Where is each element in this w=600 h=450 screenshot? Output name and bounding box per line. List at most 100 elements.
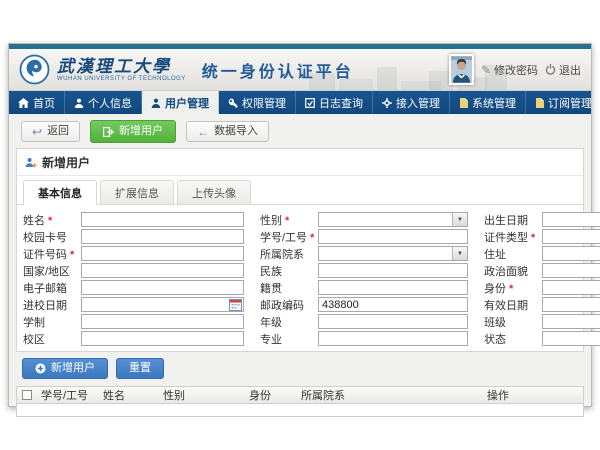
back-button[interactable]: ↩ 返回 (21, 121, 80, 142)
table-header-identity: 身份 (245, 387, 297, 403)
add-user-toolbar-button[interactable]: 新增用户 (90, 120, 176, 143)
form-field-postal-code: 邮政编码 (260, 297, 468, 312)
field-label: 所属院系 (260, 246, 318, 262)
field-label: 姓名* (23, 212, 81, 228)
identity-input[interactable] (542, 280, 600, 295)
nav-item-label: 首页 (33, 95, 55, 111)
university-name-block: 武漢理工大學 WUHAN UNIVERSITY OF TECHNOLOGY (57, 58, 186, 82)
chevron-down-icon[interactable]: ▼ (452, 213, 467, 226)
logout-link[interactable]: 退出 (545, 62, 581, 78)
tab-upload-avatar[interactable]: 上传头像 (177, 180, 251, 204)
field-label: 校园卡号 (23, 229, 81, 245)
form-field-student-staff-id: 学号/工号* (260, 229, 468, 244)
form-field-name: 姓名* (23, 212, 244, 227)
field-label: 出生日期 (484, 212, 542, 228)
nav-item-permission-management[interactable]: 权限管理 (219, 91, 296, 114)
form-actions: 新增用户 重置 (16, 352, 584, 379)
field-label: 电子邮箱 (23, 280, 81, 296)
header-user-area: ✎ 修改密码 退出 (449, 54, 581, 85)
field-label: 有效日期 (484, 297, 542, 313)
nav-item-user-management[interactable]: 用户管理 (142, 91, 219, 114)
table-header-operations: 操作 (483, 387, 583, 403)
form-field-campus: 校区 (23, 331, 244, 346)
nav-item-home[interactable]: 首页 (9, 91, 65, 114)
form-field-status: 状态 (484, 331, 600, 346)
postal-code-input[interactable] (318, 297, 468, 312)
required-asterisk: * (531, 232, 535, 244)
tab-extended-info[interactable]: 扩展信息 (100, 180, 174, 204)
change-password-link[interactable]: ✎ 修改密码 (481, 62, 538, 78)
political-status-input[interactable] (542, 263, 600, 278)
table-header-row: 学号/工号姓名性别身份所属院系操作 (17, 387, 583, 404)
calendar-icon[interactable] (229, 298, 242, 311)
id-number-input[interactable] (81, 246, 244, 261)
nav-item-log-query[interactable]: 日志查询 (296, 91, 373, 114)
tabs-bar: 基本信息扩展信息上传头像 (17, 176, 583, 205)
form-field-entry-date: 进校日期 (23, 297, 244, 312)
form-field-address: 住址 (484, 246, 600, 261)
data-import-button[interactable]: ← 数据导入 (186, 121, 269, 142)
required-asterisk: * (48, 215, 52, 227)
university-logo-icon (19, 54, 50, 85)
status-input[interactable] (542, 331, 600, 346)
reset-button[interactable]: 重置 (116, 358, 164, 379)
valid-date-input[interactable] (542, 297, 600, 312)
form-field-gender: 性别*▼ (260, 212, 468, 227)
page: 武漢理工大學 WUHAN UNIVERSITY OF TECHNOLOGY 统一… (0, 0, 600, 450)
major-input[interactable] (318, 331, 468, 346)
select-all-checkbox[interactable] (22, 390, 32, 400)
schooling-length-input[interactable] (81, 314, 244, 329)
field-label: 证件类型* (484, 229, 542, 245)
student-staff-id-input[interactable] (318, 229, 468, 244)
department-select[interactable]: ▼ (318, 246, 468, 261)
table-header-checkbox-cell (17, 390, 37, 400)
form-field-native-place: 籍贯 (260, 280, 468, 295)
submit-add-user-button[interactable]: 新增用户 (22, 358, 108, 379)
address-input[interactable] (542, 246, 600, 261)
required-asterisk: * (509, 283, 513, 295)
campus-card-number-input[interactable] (81, 229, 244, 244)
chevron-down-icon[interactable]: ▼ (452, 247, 467, 260)
ethnicity-input[interactable] (318, 263, 468, 278)
field-label: 邮政编码 (260, 297, 318, 313)
nav-item-subscription-management[interactable]: 订阅管理 (526, 91, 600, 114)
nav-item-label: 系统管理 (472, 95, 516, 111)
gender-select[interactable]: ▼ (318, 212, 468, 227)
form-field-identity: 身份* (484, 280, 600, 295)
nav-item-access-management[interactable]: 接入管理 (373, 91, 450, 114)
campus-input[interactable] (81, 331, 244, 346)
form-field-department: 所属院系 ▼ (260, 246, 468, 261)
nav-item-profile[interactable]: 个人信息 (65, 91, 142, 114)
grade-input[interactable] (318, 314, 468, 329)
class-input[interactable] (542, 314, 600, 329)
id-type-input[interactable] (542, 229, 600, 244)
native-place-input[interactable] (318, 280, 468, 295)
nav-item-label: 接入管理 (396, 95, 440, 111)
nav-item-label: 日志查询 (319, 95, 363, 111)
birth-date-input[interactable] (542, 212, 600, 227)
country-region-input[interactable] (81, 263, 244, 278)
home-icon (18, 98, 29, 108)
form-field-ethnicity: 民族 (260, 263, 468, 278)
plus-circle-icon (35, 363, 46, 374)
key-icon (228, 98, 238, 108)
form-field-email: 电子邮箱 (23, 280, 244, 295)
form-field-campus-card-number: 校园卡号 (23, 229, 244, 244)
tab-basic-info[interactable]: 基本信息 (23, 180, 97, 205)
form-field-schooling-length: 学制 (23, 314, 244, 329)
nav-item-system-management[interactable]: 系统管理 (450, 91, 526, 114)
logout-label: 退出 (559, 62, 581, 78)
add-user-toolbar-label: 新增用户 (119, 125, 163, 138)
gear-icon (382, 98, 392, 108)
form-field-valid-date: 有效日期 (484, 297, 600, 312)
nav-item-label: 个人信息 (88, 95, 132, 111)
email-input[interactable] (81, 280, 244, 295)
user-table: 学号/工号姓名性别身份所属院系操作 (16, 386, 584, 417)
name-input[interactable] (81, 212, 244, 227)
platform-title: 统一身份认证平台 (202, 58, 354, 82)
field-label: 专业 (260, 331, 318, 347)
person-icon (74, 98, 84, 108)
entry-date-input[interactable] (81, 297, 244, 312)
field-label: 证件号码* (23, 246, 81, 262)
user-form: 姓名*性别*▼出生日期校园卡号学号/工号*证件类型*证件号码*所属院系▼住址国家… (17, 205, 583, 351)
